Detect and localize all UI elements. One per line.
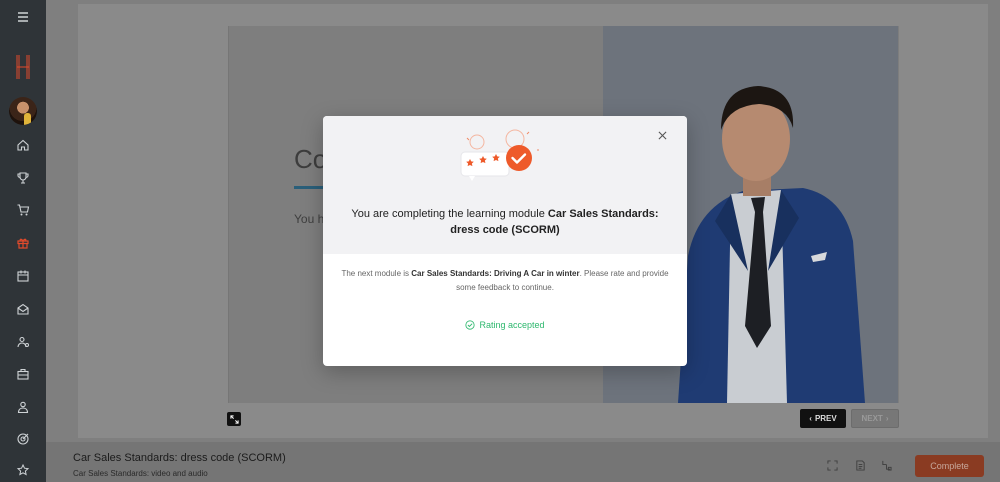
logo[interactable]: H [0, 52, 46, 82]
complete-button[interactable]: Complete [915, 455, 984, 477]
sidebar: H [0, 0, 46, 482]
next-label: NEXT [861, 414, 883, 423]
expand-icon [229, 414, 239, 424]
rating-illustration [457, 128, 547, 188]
module-subtitle: Car Sales Standards: video and audio [73, 469, 208, 478]
prev-label: PREV [814, 414, 837, 423]
chevron-left-icon: ‹ [809, 414, 812, 423]
rating-status-text: Rating accepted [479, 320, 545, 330]
module-footer: Car Sales Standards: dress code (SCORM) … [46, 442, 1000, 482]
body-text-prefix: The next module is [341, 269, 412, 278]
modal-heading: You are completing the learning module C… [339, 206, 671, 238]
home-icon[interactable] [0, 133, 46, 157]
inbox-icon[interactable] [0, 297, 46, 321]
target-icon[interactable] [0, 427, 46, 451]
next-button[interactable]: NEXT › [851, 409, 899, 428]
menu-icon[interactable] [0, 5, 46, 29]
module-title: Car Sales Standards: dress code (SCORM) [73, 452, 286, 464]
close-icon [658, 131, 666, 139]
fullscreen-icon[interactable] [826, 459, 838, 471]
star-icon[interactable] [0, 458, 46, 482]
briefcase-icon[interactable] [0, 362, 46, 386]
slide-title-underline [294, 186, 326, 189]
document-icon[interactable] [854, 459, 866, 471]
check-circle-icon [465, 320, 476, 330]
calendar-icon[interactable] [0, 264, 46, 288]
trophy-icon[interactable] [0, 166, 46, 190]
users-icon[interactable] [0, 330, 46, 354]
modal-body: The next module is Car Sales Standards: … [339, 267, 671, 295]
avatar[interactable] [9, 97, 37, 125]
prev-button[interactable]: ‹ PREV [800, 409, 846, 428]
user-icon[interactable] [0, 395, 46, 419]
chevron-right-icon: › [885, 414, 889, 423]
close-button[interactable] [655, 128, 669, 142]
fullscreen-toggle-button[interactable] [227, 412, 241, 426]
heading-text: You are completing the learning module [351, 208, 548, 220]
cart-icon[interactable] [0, 198, 46, 222]
structure-icon[interactable] [880, 459, 892, 471]
rating-status: Rating accepted [323, 320, 687, 330]
gift-icon[interactable] [0, 231, 46, 255]
completion-modal: You are completing the learning module C… [323, 116, 687, 366]
next-module-name: Car Sales Standards: Driving A Car in wi… [411, 269, 580, 278]
